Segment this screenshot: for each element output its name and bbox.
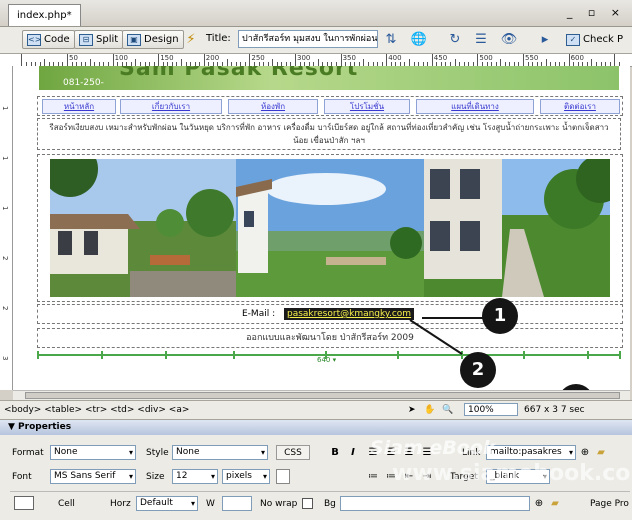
horz-select[interactable]: Default — [136, 496, 198, 511]
browse-folder-icon[interactable]: ▰ — [594, 445, 608, 460]
properties-title: ▼ Properties — [8, 422, 72, 432]
window-size-download-time: 667 x 3 7 sec — [524, 405, 585, 415]
css-button[interactable]: CSS — [276, 445, 310, 460]
hand-tool-icon[interactable]: ✋ — [424, 401, 435, 419]
unordered-list-icon[interactable]: ≔ — [366, 469, 380, 484]
callout-2: 2 — [460, 352, 496, 388]
format-label: Format — [12, 448, 44, 458]
style-label: Style — [146, 448, 169, 458]
format-select[interactable]: None — [50, 445, 136, 460]
horz-label: Horz — [110, 499, 131, 509]
zoom-select[interactable]: 100% — [464, 403, 518, 416]
point-to-file-icon[interactable]: ⊕ — [578, 445, 592, 460]
properties-panel-header[interactable]: ▼ Properties — [0, 420, 632, 436]
page-properties-button[interactable]: Page Pro — [590, 496, 629, 512]
font-label: Font — [12, 472, 32, 482]
status-bar: <body> <table> <tr> <td> <div> <a> ➤ ✋ 🔍… — [0, 400, 632, 420]
pointer-tool-icon[interactable]: ➤ — [408, 401, 416, 419]
cell-properties-row: Cell Horz Default W No wrap Bg ⊕ ▰ Page … — [10, 491, 630, 514]
size-select[interactable]: 12 — [172, 469, 218, 484]
nowrap-checkbox[interactable] — [302, 498, 313, 509]
bg-input[interactable] — [340, 496, 530, 511]
text-color-swatch[interactable] — [276, 469, 290, 484]
scrollbar-thumb[interactable] — [25, 392, 620, 399]
nowrap-label: No wrap — [260, 499, 298, 509]
bold-icon[interactable]: B — [328, 445, 342, 460]
cell-icon — [14, 496, 34, 510]
properties-panel: Format None Style None CSS B I ☰ ☰ ☰ ☰ L… — [0, 435, 632, 520]
watermark-title: Siam eBook — [370, 437, 496, 459]
link-input[interactable]: mailto:pasakres — [486, 445, 576, 460]
callout-1: 1 — [482, 298, 518, 334]
font-select[interactable]: MS Sans Serif — [50, 469, 136, 484]
horizontal-scrollbar[interactable] — [13, 390, 630, 400]
watermark-url: www.siamebook.com — [392, 461, 632, 486]
bg-point-to-file-icon[interactable]: ⊕ — [532, 496, 546, 511]
size-unit-select[interactable]: pixels — [222, 469, 270, 484]
zoom-tool-icon[interactable]: 🔍 — [442, 401, 453, 419]
italic-icon[interactable]: I — [346, 445, 360, 460]
width-input[interactable] — [222, 496, 252, 511]
tag-selector[interactable]: <body> <table> <tr> <td> <div> <a> — [4, 401, 189, 419]
bg-browse-folder-icon[interactable]: ▰ — [548, 496, 562, 511]
w-label: W — [206, 499, 215, 509]
cell-label: Cell — [58, 499, 75, 509]
style-select[interactable]: None — [172, 445, 268, 460]
bg-label: Bg — [324, 499, 336, 509]
size-label: Size — [146, 472, 165, 482]
